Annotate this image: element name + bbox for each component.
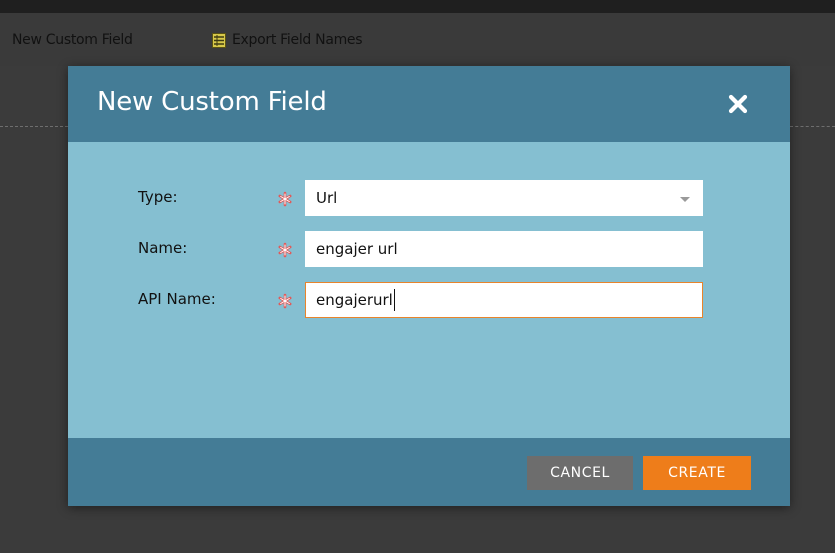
top-strip	[0, 0, 835, 13]
new-custom-field-label: New Custom Field	[12, 32, 133, 48]
api-name-input-value: engajerurl	[316, 291, 393, 309]
required-asterisk-icon	[278, 242, 292, 258]
chevron-down-icon	[680, 197, 690, 202]
export-field-names-button[interactable]: Export Field Names	[212, 32, 363, 48]
toolbar: New Custom Field Export Field Names	[0, 13, 835, 66]
api-name-input[interactable]: engajerurl	[305, 282, 703, 318]
api-name-row: API Name: engajerurl	[68, 282, 790, 318]
name-row: Name: engajer url	[68, 231, 790, 267]
api-name-label: API Name:	[138, 290, 216, 308]
name-input[interactable]: engajer url	[305, 231, 703, 267]
required-asterisk-icon	[278, 293, 292, 309]
create-button[interactable]: CREATE	[643, 456, 751, 490]
type-label: Type:	[138, 188, 178, 206]
cancel-button[interactable]: CANCEL	[527, 456, 633, 490]
required-asterisk-icon	[278, 191, 292, 207]
dialog-header: New Custom Field	[68, 66, 790, 142]
name-input-value: engajer url	[316, 240, 398, 258]
text-cursor	[393, 289, 395, 311]
type-select[interactable]: Url	[305, 180, 703, 216]
divider-left	[0, 126, 68, 127]
spreadsheet-icon	[212, 32, 226, 48]
dialog-title: New Custom Field	[97, 87, 327, 117]
export-field-names-label: Export Field Names	[232, 32, 363, 48]
type-row: Type: Url	[68, 180, 790, 216]
type-select-value: Url	[316, 189, 338, 207]
name-label: Name:	[138, 239, 188, 257]
close-icon[interactable]	[726, 92, 750, 116]
new-custom-field-dialog: New Custom Field Type: Url Name: engajer…	[68, 66, 790, 506]
divider-right	[790, 126, 835, 127]
new-custom-field-button[interactable]: New Custom Field	[12, 32, 133, 48]
